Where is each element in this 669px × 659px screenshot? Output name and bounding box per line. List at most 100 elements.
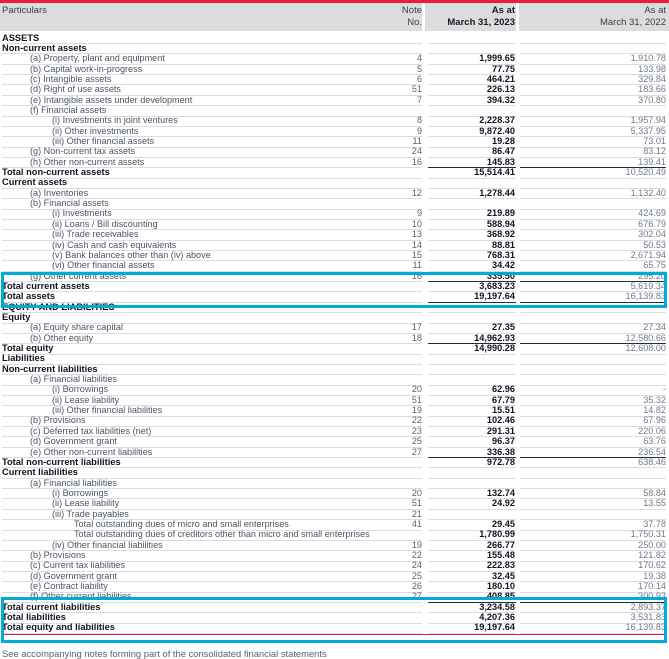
value-fy2023: 34.42 [492,260,515,271]
note-reference[interactable]: 8 [370,115,422,126]
value-fy2023: 24.92 [492,498,515,509]
value-fy2022: 73.01 [643,136,666,146]
value-fy2022: 1,957.94 [630,115,666,126]
header-cy-line1: As at [491,5,515,16]
value-fy2023: 2,228.37 [479,115,515,126]
row-label: (vi) Other financial assets [52,260,155,271]
value-fy2022: - [662,384,666,395]
value-fy2022: 67.96 [643,415,666,426]
note-reference[interactable]: 14 [370,240,422,251]
value-fy2022: 58.84 [643,487,666,498]
row-label: Total equity [2,343,54,353]
note-reference[interactable]: 41 [370,519,422,530]
note-reference[interactable]: 24 [370,146,422,157]
note-reference[interactable]: 22 [370,415,422,426]
value-fy2023: 588.94 [486,218,515,229]
balance-sheet-page: Particulars Note No. As at March 31, 202… [0,0,669,659]
note-reference[interactable]: 9 [370,208,422,219]
row-label: (ii) Loans / Bill discounting [52,218,158,229]
value-fy2023: 67.79 [492,394,515,405]
note-reference[interactable]: 22 [370,550,422,561]
note-reference[interactable]: 25 [370,436,422,447]
note-reference[interactable]: 6 [370,74,422,85]
row-label: Total outstanding dues of micro and smal… [74,518,289,529]
value-fy2022: 19.38 [643,570,666,581]
note-reference[interactable]: 23 [370,426,422,437]
note-reference[interactable]: 20 [370,488,422,499]
note-reference[interactable]: 17 [370,322,422,333]
row-label: (ii) Lease liability [52,394,120,405]
note-reference[interactable]: 11 [370,136,422,147]
note-reference[interactable]: 16 [370,271,422,282]
note-reference[interactable]: 51 [370,395,422,406]
value-fy2022: 14.82 [643,405,666,416]
value-fy2022: 170.62 [638,560,666,571]
value-fy2023: 180.10 [486,581,515,592]
note-reference[interactable]: 51 [370,84,422,95]
note-reference[interactable]: 15 [370,250,422,261]
note-reference[interactable]: 51 [370,498,422,509]
row-label: (a) Financial liabilities [30,477,117,488]
value-fy2022: 83.12 [643,146,666,157]
value-fy2022: 16,139.83 [625,622,666,633]
note-reference[interactable]: 27 [370,447,422,458]
value-fy2023: 1,278.44 [479,187,515,198]
value-fy2023: 19,197.64 [474,291,515,302]
total-row-total-equity-and-liabilities: Total equity and liabilities 19,197.64 16,… [0,622,669,636]
row-label: (iii) Trade payables [52,508,129,519]
note-reference[interactable]: 21 [370,509,422,520]
row-label: (i) Borrowings [52,384,109,395]
note-reference[interactable]: 13 [370,229,422,240]
value-fy2022: 27.34 [643,322,666,333]
value-fy2022: 1,750.31 [630,529,666,540]
note-reference[interactable]: 19 [370,540,422,551]
value-fy2023: 15.51 [492,405,515,416]
row-label: (a) Property, plant and equipment [30,53,165,64]
value-fy2023: 336.38 [486,446,515,457]
value-fy2023: 222.83 [486,560,515,571]
value-fy2023: 266.77 [486,539,515,550]
row-label: (iii) Trade receivables [52,229,139,240]
row-label: (h) Other non-current assets [30,156,145,167]
value-fy2022: 139.41 [638,156,666,167]
row-label: Total equity and liabilities [2,622,115,633]
note-reference[interactable]: 9 [370,126,422,137]
note-reference[interactable]: 26 [370,581,422,592]
note-reference[interactable]: 12 [370,188,422,199]
note-reference[interactable]: 18 [370,333,422,344]
value-fy2023: 464.21 [486,73,515,84]
row-label: (g) Other current assets [30,270,127,281]
note-reference[interactable]: 24 [370,560,422,571]
row-label: (iv) Cash and cash equivalents [52,239,177,250]
row-label: Total non-current assets [2,167,110,178]
value-fy2023: 3,683.23 [479,280,515,291]
row-label: (g) Non-current tax assets [30,146,136,157]
value-fy2023: 15,514.41 [474,167,515,178]
value-fy2022: 1,910.78 [630,53,666,64]
row-label: (f) Financial assets [30,104,107,115]
value-fy2022: 183.66 [638,84,666,95]
row-label: (c) Current tax liabilities [30,560,126,571]
note-reference[interactable]: 16 [370,157,422,168]
value-fy2022: 121.82 [638,550,666,560]
value-fy2023: 1,780.99 [479,529,515,540]
row-label: (b) Capital work-in-progress [30,63,143,74]
value-fy2022: 12,608.00 [625,343,666,353]
value-fy2022: 370.80 [638,94,666,105]
value-fy2023: 226.13 [486,84,515,95]
note-reference[interactable]: 10 [370,219,422,230]
note-reference[interactable]: 4 [370,53,422,64]
note-reference[interactable]: 19 [370,405,422,416]
row-label: (a) Inventories [30,187,89,198]
note-reference[interactable]: 20 [370,384,422,395]
note-reference[interactable]: 25 [370,571,422,582]
note-reference[interactable]: 5 [370,64,422,75]
note-reference[interactable]: 27 [370,591,422,602]
value-fy2023: 32.45 [492,570,515,581]
footnote-text: See accompanying notes forming part of t… [2,648,327,659]
row-label: (f) Other current liabilities [30,591,132,602]
row-label: (d) Government grant [30,570,117,581]
note-reference[interactable]: 7 [370,95,422,106]
value-fy2023: 77.75 [492,63,515,74]
note-reference[interactable]: 11 [370,260,422,271]
